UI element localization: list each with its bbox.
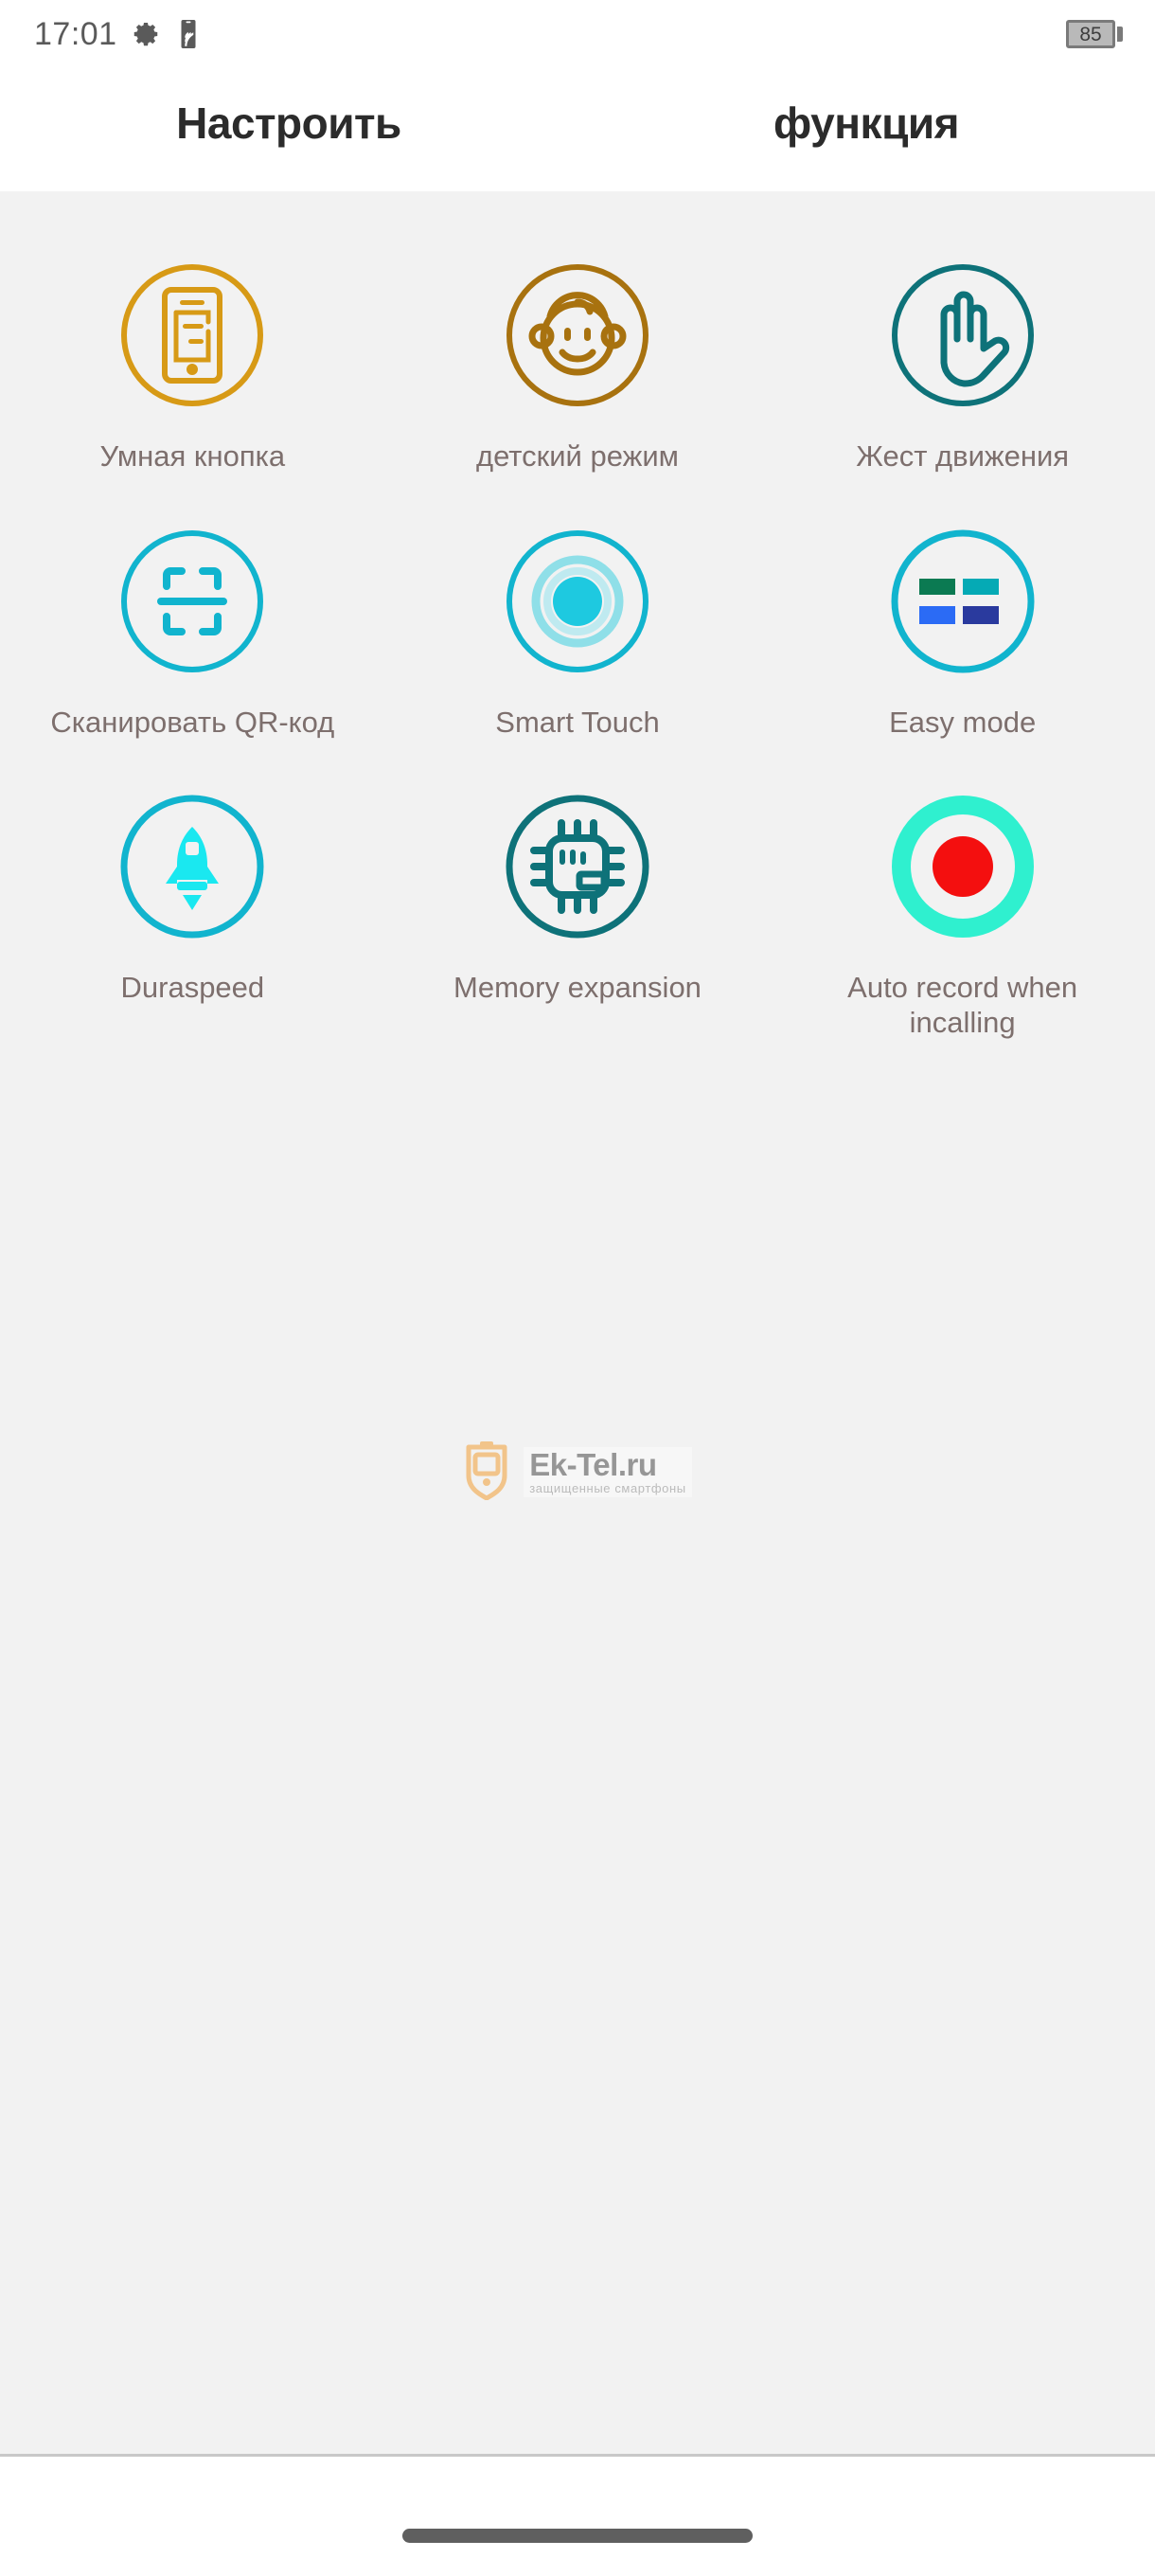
tile-duraspeed[interactable]: Duraspeed (0, 779, 385, 1040)
page-header: Настроить функция (0, 68, 1155, 191)
watermark-subtitle: защищенные смартфоны (529, 1480, 686, 1495)
tile-label: Easy mode (889, 705, 1037, 739)
watermark-title: Ek-Tel.ru (529, 1447, 657, 1483)
tile-scan-qr[interactable]: Сканировать QR-код (0, 514, 385, 741)
ek-tel-shield-logo-icon (463, 1440, 510, 1505)
settings-gear-icon (133, 20, 161, 48)
tile-easy-mode[interactable]: Easy mode (770, 514, 1155, 741)
tile-label: Умная кнопка (99, 439, 286, 473)
status-bar-right: 85 (1066, 20, 1123, 48)
record-circle-icon[interactable] (876, 779, 1050, 954)
feature-grid-container: Умная кнопка детский режим Жест движения… (0, 191, 1155, 2454)
system-navigation-bar (0, 2454, 1155, 2576)
battery-indicator: 85 (1066, 20, 1123, 48)
status-bar-left: 17:01 (34, 18, 201, 50)
watermark-text: Ek-Tel.ru защищенные смартфоны (524, 1447, 692, 1497)
tile-memory-expansion[interactable]: Memory expansion (385, 779, 771, 1040)
tile-smart-touch[interactable]: Smart Touch (385, 514, 771, 741)
qr-scan-icon[interactable] (105, 514, 279, 689)
status-bar: 17:01 85 (0, 0, 1155, 68)
tile-label: Сканировать QR-код (50, 705, 335, 739)
hand-gesture-icon[interactable] (876, 248, 1050, 422)
tile-label: Memory expansion (453, 971, 702, 1005)
battery-body: 85 (1066, 20, 1115, 48)
rocket-icon[interactable] (105, 779, 279, 954)
status-clock: 17:01 (34, 16, 117, 52)
tile-label: детский режим (476, 439, 679, 473)
easy-mode-grid-icon[interactable] (876, 514, 1050, 689)
gesture-handle[interactable] (402, 2528, 753, 2543)
tile-label: Smart Touch (495, 705, 660, 739)
tile-auto-record[interactable]: Auto record when incalling (770, 779, 1155, 1040)
tile-smart-button[interactable]: Умная кнопка (0, 248, 385, 474)
page-title-primary: Настроить (176, 98, 401, 148)
smart-touch-icon[interactable] (490, 514, 665, 689)
tile-child-mode[interactable]: детский режим (385, 248, 771, 474)
feature-grid: Умная кнопка детский режим Жест движения… (0, 248, 1155, 1040)
nfc-tag-icon (176, 20, 201, 48)
tile-label: Жест движения (856, 439, 1070, 473)
smart-button-icon[interactable] (105, 248, 279, 422)
baby-face-icon[interactable] (490, 248, 665, 422)
watermark: Ek-Tel.ru защищенные смартфоны (0, 1440, 1155, 1505)
cpu-chip-icon[interactable] (490, 779, 665, 954)
battery-level-text: 85 (1079, 23, 1102, 45)
tile-label: Duraspeed (120, 971, 265, 1005)
battery-cap (1117, 27, 1123, 42)
tile-motion-gesture[interactable]: Жест движения (770, 248, 1155, 474)
tile-label: Auto record when incalling (847, 971, 1078, 1039)
page-title-secondary: функция (773, 98, 959, 148)
